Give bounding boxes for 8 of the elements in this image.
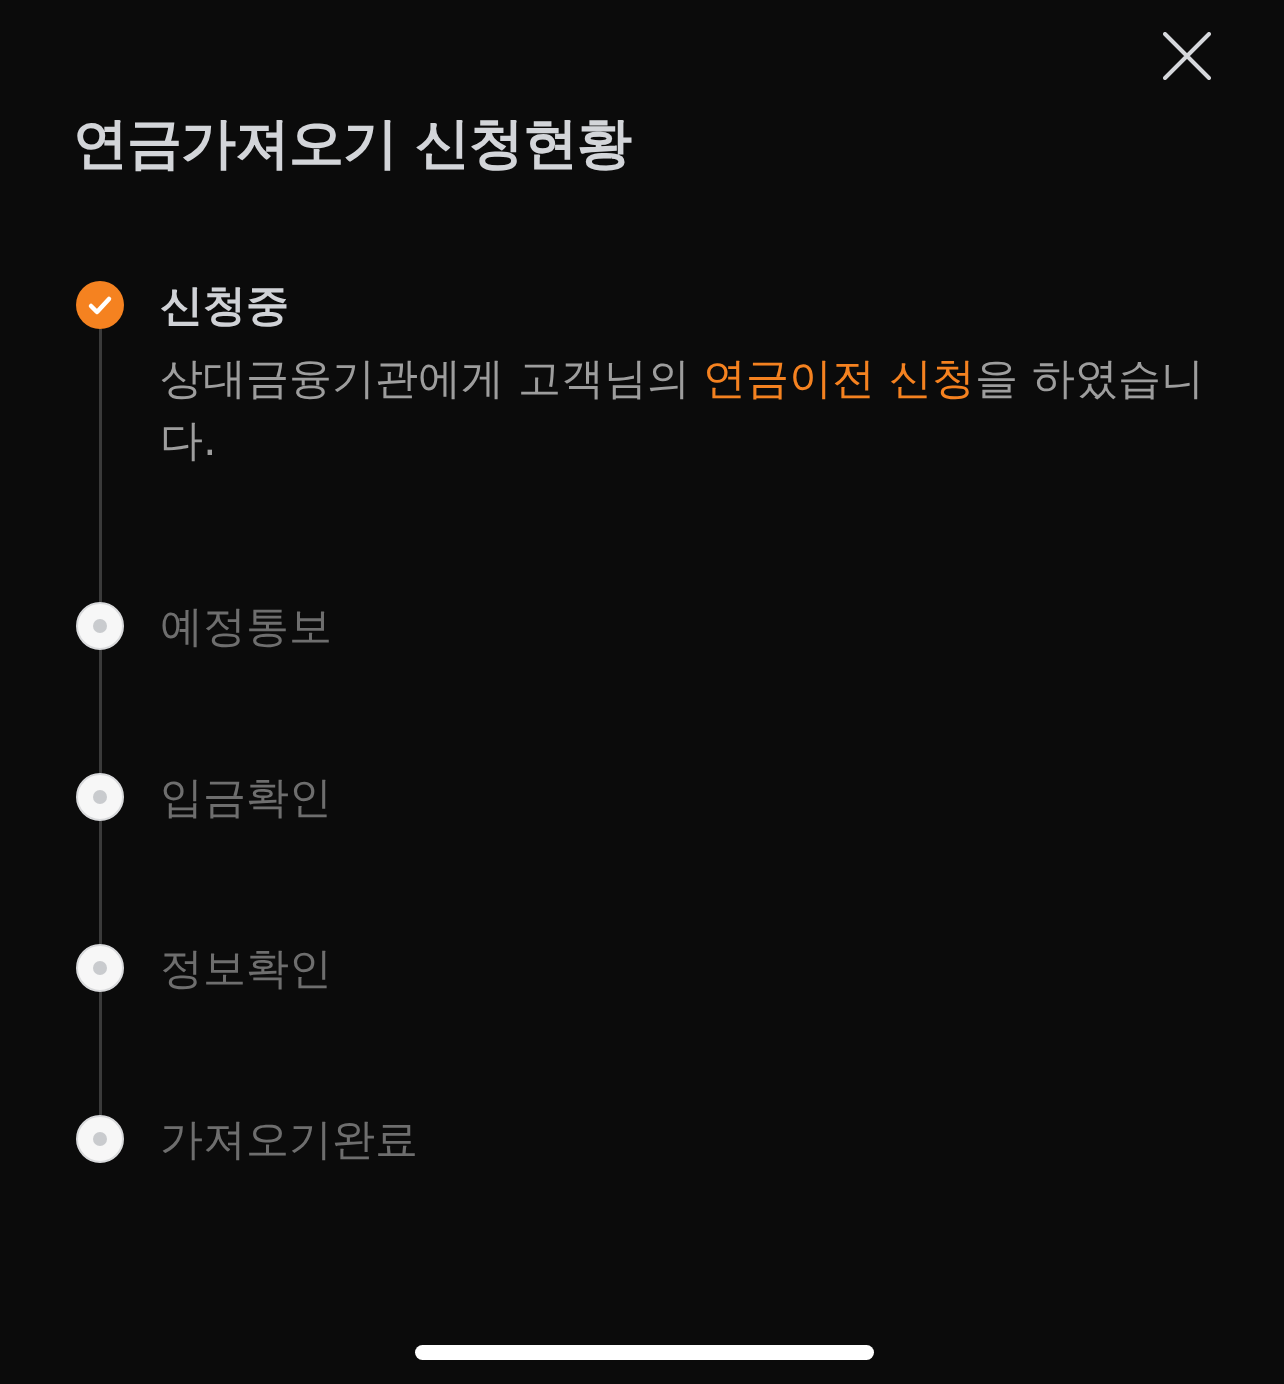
step-label: 입금확인 xyxy=(160,773,332,821)
step-label: 가져오기완료 xyxy=(160,1115,418,1163)
close-icon xyxy=(1163,32,1211,80)
step-description: 상대금융기관에게 고객님의 연금이전 신청 을 하였습니다. xyxy=(160,352,1205,467)
page-title: 연금가져오기 신청현황 xyxy=(73,110,632,177)
step-label: 예정통보 xyxy=(160,602,332,650)
step-label: 신청중 xyxy=(160,281,289,329)
step-label: 정보확인 xyxy=(160,944,332,992)
